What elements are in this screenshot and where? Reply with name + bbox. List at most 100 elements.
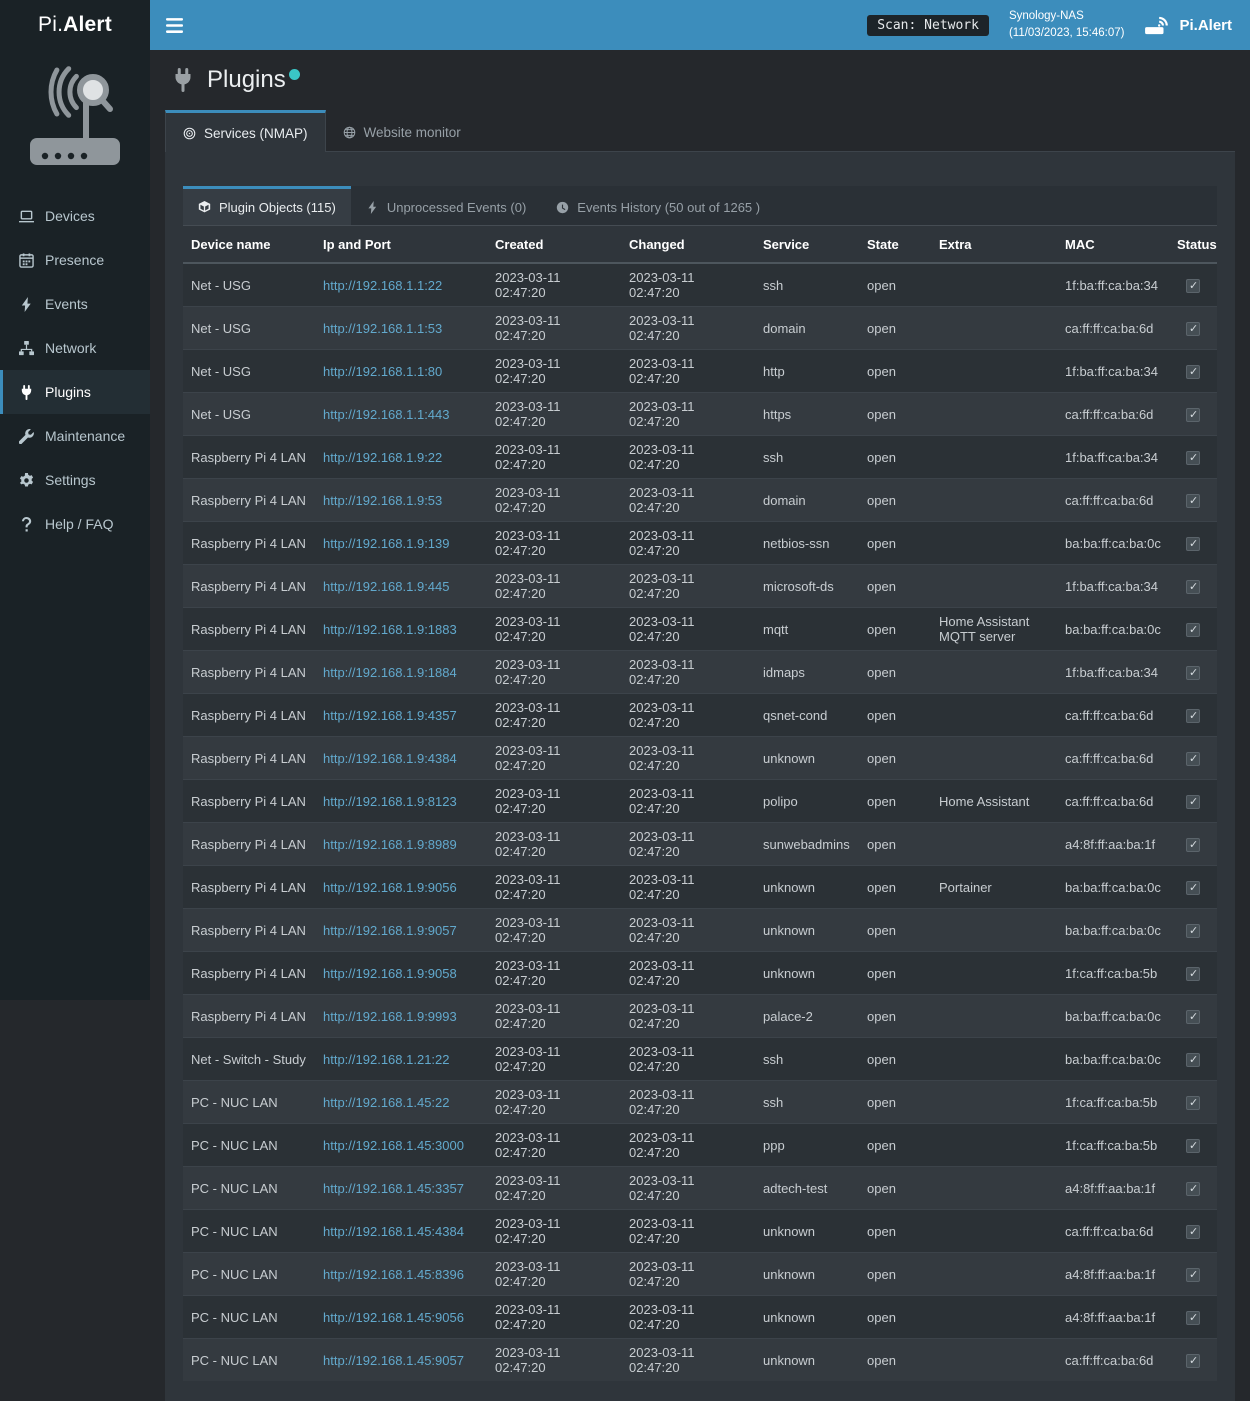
sidebar-item-presence[interactable]: Presence (0, 238, 150, 282)
status-checkbox[interactable] (1186, 795, 1200, 809)
port-link[interactable]: http://192.168.1.9:9058 (323, 966, 457, 981)
status-checkbox[interactable] (1186, 967, 1200, 981)
status-checkbox[interactable] (1186, 1225, 1200, 1239)
port-link[interactable]: http://192.168.1.45:4384 (323, 1224, 464, 1239)
panel-tab-unprocessed-events-0[interactable]: Unprocessed Events (0) (351, 186, 541, 225)
port-link[interactable]: http://192.168.1.9:139 (323, 536, 450, 551)
sidebar-item-help-faq[interactable]: Help / FAQ (0, 502, 150, 546)
plug-icon (19, 385, 34, 400)
port-link[interactable]: http://192.168.1.45:9056 (323, 1310, 464, 1325)
device-name-cell: PC - NUC LAN (183, 1296, 315, 1339)
status-checkbox[interactable] (1186, 1139, 1200, 1153)
status-checkbox[interactable] (1186, 1096, 1200, 1110)
tab-services-nmap[interactable]: Services (NMAP) (165, 110, 326, 152)
status-checkbox[interactable] (1186, 494, 1200, 508)
created-cell: 2023-03-11 02:47:20 (487, 436, 621, 479)
port-link[interactable]: http://192.168.1.45:22 (323, 1095, 450, 1110)
status-checkbox[interactable] (1186, 623, 1200, 637)
status-checkbox[interactable] (1186, 1010, 1200, 1024)
changed-cell: 2023-03-11 02:47:20 (621, 393, 755, 436)
menu-toggle-button[interactable] (150, 0, 198, 50)
panel-tabs: Plugin Objects (115) Unprocessed Events (… (183, 186, 1217, 226)
status-checkbox[interactable] (1186, 408, 1200, 422)
brand-logo[interactable]: Pi.Alert (0, 0, 150, 50)
port-link[interactable]: http://192.168.1.9:9057 (323, 923, 457, 938)
status-checkbox[interactable] (1186, 881, 1200, 895)
port-link[interactable]: http://192.168.1.9:1884 (323, 665, 457, 680)
tab-website-monitor[interactable]: Website monitor (326, 110, 478, 151)
port-link[interactable]: http://192.168.1.9:22 (323, 450, 442, 465)
status-checkbox[interactable] (1186, 537, 1200, 551)
ip-port-cell: http://192.168.1.9:1884 (315, 651, 487, 694)
port-link[interactable]: http://192.168.1.9:8989 (323, 837, 457, 852)
status-checkbox[interactable] (1186, 1311, 1200, 1325)
status-checkbox[interactable] (1186, 1182, 1200, 1196)
status-checkbox[interactable] (1186, 924, 1200, 938)
status-checkbox[interactable] (1186, 709, 1200, 723)
status-cell (1169, 350, 1217, 393)
sidebar-item-plugins[interactable]: Plugins (0, 370, 150, 414)
port-link[interactable]: http://192.168.1.9:4357 (323, 708, 457, 723)
sidebar-item-label: Events (45, 296, 88, 312)
status-checkbox[interactable] (1186, 322, 1200, 336)
port-link[interactable]: http://192.168.1.45:3000 (323, 1138, 464, 1153)
sidebar-item-network[interactable]: Network (0, 326, 150, 370)
sidebar-item-maintenance[interactable]: Maintenance (0, 414, 150, 458)
status-checkbox[interactable] (1186, 365, 1200, 379)
question-icon (19, 517, 34, 532)
mac-cell: ba:ba:ff:ca:ba:0c (1057, 866, 1169, 909)
mac-cell: ca:ff:ff:ca:ba:6d (1057, 1339, 1169, 1382)
sidebar-item-devices[interactable]: Devices (0, 194, 150, 238)
sidebar-item-events[interactable]: Events (0, 282, 150, 326)
device-name-cell: Net - USG (183, 307, 315, 350)
port-link[interactable]: http://192.168.1.9:9993 (323, 1009, 457, 1024)
table-header-row: Device nameIp and PortCreatedChangedServ… (183, 226, 1217, 263)
tab-label: Plugin Objects (115) (219, 200, 336, 215)
panel-tab-plugin-objects-115[interactable]: Plugin Objects (115) (183, 186, 351, 225)
port-link[interactable]: http://192.168.1.9:9056 (323, 880, 457, 895)
port-link[interactable]: http://192.168.1.1:22 (323, 278, 442, 293)
port-link[interactable]: http://192.168.1.9:445 (323, 579, 450, 594)
state-cell: open (859, 1167, 931, 1210)
panel-tab-events-history-50-out-of-1265[interactable]: Events History (50 out of 1265 ) (541, 186, 775, 225)
service-cell: ssh (755, 263, 859, 307)
port-link[interactable]: http://192.168.1.1:443 (323, 407, 450, 422)
status-checkbox[interactable] (1186, 838, 1200, 852)
status-checkbox[interactable] (1186, 1354, 1200, 1368)
status-checkbox[interactable] (1186, 666, 1200, 680)
mac-cell: 1f:ba:ff:ca:ba:34 (1057, 651, 1169, 694)
extra-cell (931, 565, 1057, 608)
status-checkbox[interactable] (1186, 1268, 1200, 1282)
port-link[interactable]: http://192.168.1.45:3357 (323, 1181, 464, 1196)
column-header-mac: MAC (1057, 226, 1169, 263)
port-link[interactable]: http://192.168.1.1:53 (323, 321, 442, 336)
status-checkbox[interactable] (1186, 451, 1200, 465)
port-link[interactable]: http://192.168.1.21:22 (323, 1052, 450, 1067)
created-cell: 2023-03-11 02:47:20 (487, 737, 621, 780)
port-link[interactable]: http://192.168.1.45:8396 (323, 1267, 464, 1282)
status-cell (1169, 866, 1217, 909)
status-checkbox[interactable] (1186, 1053, 1200, 1067)
status-checkbox[interactable] (1186, 752, 1200, 766)
wrench-icon (19, 429, 34, 444)
ip-port-cell: http://192.168.1.21:22 (315, 1038, 487, 1081)
service-cell: polipo (755, 780, 859, 823)
state-cell: open (859, 1339, 931, 1382)
sidebar-item-settings[interactable]: Settings (0, 458, 150, 502)
port-link[interactable]: http://192.168.1.9:1883 (323, 622, 457, 637)
status-checkbox[interactable] (1186, 580, 1200, 594)
created-cell: 2023-03-11 02:47:20 (487, 694, 621, 737)
port-link[interactable]: http://192.168.1.9:4384 (323, 751, 457, 766)
mac-cell: ca:ff:ff:ca:ba:6d (1057, 780, 1169, 823)
status-checkbox[interactable] (1186, 279, 1200, 293)
port-link[interactable]: http://192.168.1.9:53 (323, 493, 442, 508)
port-link[interactable]: http://192.168.1.9:8123 (323, 794, 457, 809)
port-link[interactable]: http://192.168.1.45:9057 (323, 1353, 464, 1368)
port-link[interactable]: http://192.168.1.1:80 (323, 364, 442, 379)
device-name-cell: PC - NUC LAN (183, 1210, 315, 1253)
service-cell: domain (755, 307, 859, 350)
service-cell: netbios-ssn (755, 522, 859, 565)
header-brand[interactable]: Pi.Alert (1144, 15, 1232, 36)
created-cell: 2023-03-11 02:47:20 (487, 1253, 621, 1296)
state-cell: open (859, 307, 931, 350)
